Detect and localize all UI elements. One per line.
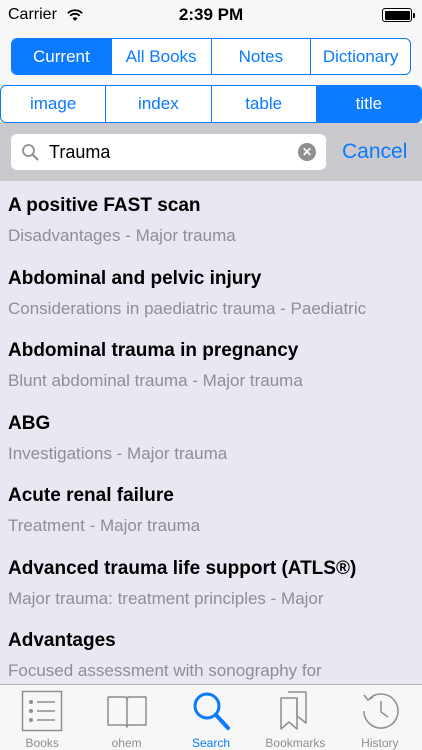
result-subtitle: Blunt abdominal trauma - Major trauma	[8, 371, 303, 390]
result-subtitle: Treatment - Major trauma	[8, 516, 201, 535]
cancel-button[interactable]: Cancel	[342, 140, 407, 164]
bookmarks-icon	[280, 691, 308, 730]
result-row[interactable]: Advantages Focused assessment with sonog…	[0, 616, 422, 684]
result-title: Abdominal trauma in pregnancy	[8, 340, 299, 361]
tab-ohem[interactable]: ohem	[84, 685, 168, 750]
search-bar: ✕ Cancel	[0, 123, 422, 181]
status-bar: Carrier 2:39 PM	[0, 0, 422, 30]
segment-index[interactable]: index	[105, 86, 210, 122]
scope-segmented-control: Current All Books Notes Dictionary	[11, 38, 411, 75]
tab-label: Search	[192, 736, 231, 750]
tab-bookmarks[interactable]: Bookmarks	[253, 685, 337, 750]
result-subtitle: Disadvantages - Major trauma	[8, 226, 236, 245]
result-subtitle: Focused assessment with sonography for	[8, 661, 322, 680]
segment-dictionary[interactable]: Dictionary	[310, 39, 410, 74]
result-row[interactable]: A positive FAST scan Disadvantages - Maj…	[0, 181, 422, 254]
magnifier-icon	[22, 144, 39, 161]
tab-label: History	[361, 736, 399, 750]
search-input[interactable]	[49, 134, 299, 170]
search-field-container[interactable]: ✕	[11, 134, 326, 170]
list-icon	[21, 690, 63, 732]
tab-history[interactable]: History	[338, 685, 422, 750]
segment-title[interactable]: title	[315, 86, 421, 122]
tab-search[interactable]: Search	[169, 685, 253, 750]
result-row[interactable]: Abdominal and pelvic injury Consideratio…	[0, 254, 422, 327]
result-title: Advantages	[8, 630, 116, 651]
open-book-icon	[106, 696, 147, 728]
clock-time: 2:39 PM	[178, 5, 244, 24]
history-clock-icon	[363, 693, 399, 729]
clear-search-icon[interactable]: ✕	[298, 143, 316, 161]
result-title: ABG	[8, 412, 51, 434]
result-subtitle: Major trauma: treatment principles - Maj…	[8, 588, 324, 608]
result-subtitle: Investigations - Major trauma	[8, 443, 228, 463]
tab-label: Bookmarks	[265, 736, 326, 750]
result-title: Acute renal failure	[8, 485, 174, 506]
tab-label: Books	[25, 736, 59, 750]
results-list: A positive FAST scan Disadvantages - Maj…	[0, 181, 422, 684]
segment-all-books[interactable]: All Books	[110, 39, 211, 74]
result-subtitle: Considerations in paediatric trauma - Pa…	[8, 298, 367, 318]
result-title: A positive FAST scan	[8, 195, 201, 216]
type-segmented-control: image index table title	[0, 85, 422, 123]
segment-table[interactable]: table	[210, 86, 316, 122]
segment-current[interactable]: Current	[12, 39, 111, 74]
result-row[interactable]: Acute renal failure Treatment - Major tr…	[0, 471, 422, 544]
tab-books[interactable]: Books	[0, 685, 84, 750]
result-row[interactable]: Abdominal trauma in pregnancy Blunt abdo…	[0, 326, 422, 399]
segment-notes[interactable]: Notes	[210, 39, 311, 74]
tab-label: ohem	[111, 736, 142, 750]
result-row[interactable]: Advanced trauma life support (ATLS®) Maj…	[0, 544, 422, 617]
search-icon	[193, 692, 231, 730]
result-row[interactable]: ABG Investigations - Major trauma	[0, 399, 422, 472]
battery-icon	[382, 8, 415, 22]
segment-image[interactable]: image	[1, 86, 105, 122]
result-title: Advanced trauma life support (ATLS®)	[8, 557, 357, 579]
result-title: Abdominal and pelvic injury	[8, 267, 262, 289]
tab-bar: Books ohem Search Bookmarks History	[0, 684, 422, 750]
